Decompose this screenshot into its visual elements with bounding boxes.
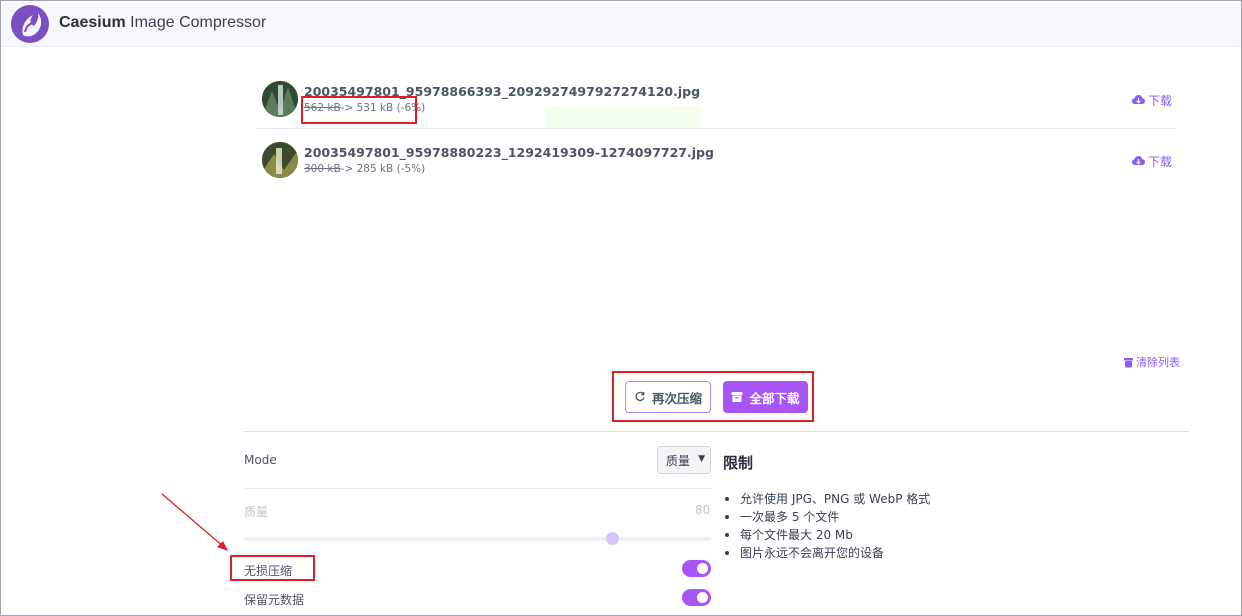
mode-label: Mode	[244, 453, 277, 467]
app-window: Caesium Image Compressor 20035497801_959…	[0, 0, 1242, 616]
original-size: 300 kB	[304, 163, 341, 175]
quality-value: 80	[695, 503, 711, 517]
highlight-box-actions	[612, 371, 814, 422]
limits-list-item: 每个文件最大 20 Mb	[723, 526, 930, 544]
download-label: 下载	[1147, 94, 1172, 108]
file-name: 20035497801_95978880223_1292419309-12740…	[304, 145, 714, 160]
quality-slider-handle[interactable]	[606, 532, 619, 545]
file-thumbnail	[262, 142, 298, 178]
limits-list-item: 一次最多 5 个文件	[723, 508, 930, 526]
download-label: 下载	[1147, 155, 1172, 169]
clear-list-button[interactable]: 清除列表	[1123, 354, 1180, 370]
app-title-rest: Image Compressor	[125, 14, 267, 31]
compressed-size: -> 285 kB (-5%)	[340, 163, 426, 175]
trash-icon	[1124, 357, 1133, 367]
quality-slider-track[interactable]	[244, 537, 711, 541]
keep-metadata-label: 保留元数据	[244, 593, 305, 607]
file-size-info: 300 kB-> 285 kB (-5%)	[304, 163, 425, 175]
download-button[interactable]: 下载	[1131, 92, 1172, 109]
settings-separator	[244, 488, 711, 489]
caesium-logo-icon	[11, 5, 49, 43]
annotation-arrow-icon	[161, 493, 228, 551]
limits-list-item: 允许使用 JPG、PNG 或 WebP 格式	[723, 490, 930, 508]
keep-metadata-toggle[interactable]	[682, 589, 711, 606]
limits-list-item: 图片永远不会离开您的设备	[723, 544, 930, 562]
cloud-download-icon	[1131, 156, 1145, 165]
toggle-knob	[697, 563, 708, 574]
lossless-toggle[interactable]	[682, 560, 711, 577]
file-thumbnail	[262, 81, 298, 117]
header: Caesium Image Compressor	[2, 2, 1241, 47]
mode-select-value: 质量	[666, 453, 691, 468]
limits-list: 允许使用 JPG、PNG 或 WebP 格式 一次最多 5 个文件 每个文件最大…	[723, 490, 930, 562]
toggle-knob	[697, 592, 708, 603]
app-title: Caesium Image Compressor	[59, 14, 266, 32]
app-title-bold: Caesium	[59, 14, 126, 31]
chevron-down-icon: ▼	[698, 454, 705, 464]
download-button[interactable]: 下载	[1131, 153, 1172, 170]
highlight-box-file-size	[301, 96, 417, 124]
mode-select[interactable]: 质量 ▼	[657, 446, 711, 474]
quality-label: 质量	[244, 505, 269, 519]
highlight-box-lossless	[230, 555, 315, 581]
section-divider	[244, 431, 1189, 432]
limits-title: 限制	[723, 454, 754, 472]
clear-list-label: 清除列表	[1136, 356, 1180, 369]
cloud-download-icon	[1131, 95, 1145, 104]
file-list-item: 20035497801_95978880223_1292419309-12740…	[256, 132, 1176, 190]
